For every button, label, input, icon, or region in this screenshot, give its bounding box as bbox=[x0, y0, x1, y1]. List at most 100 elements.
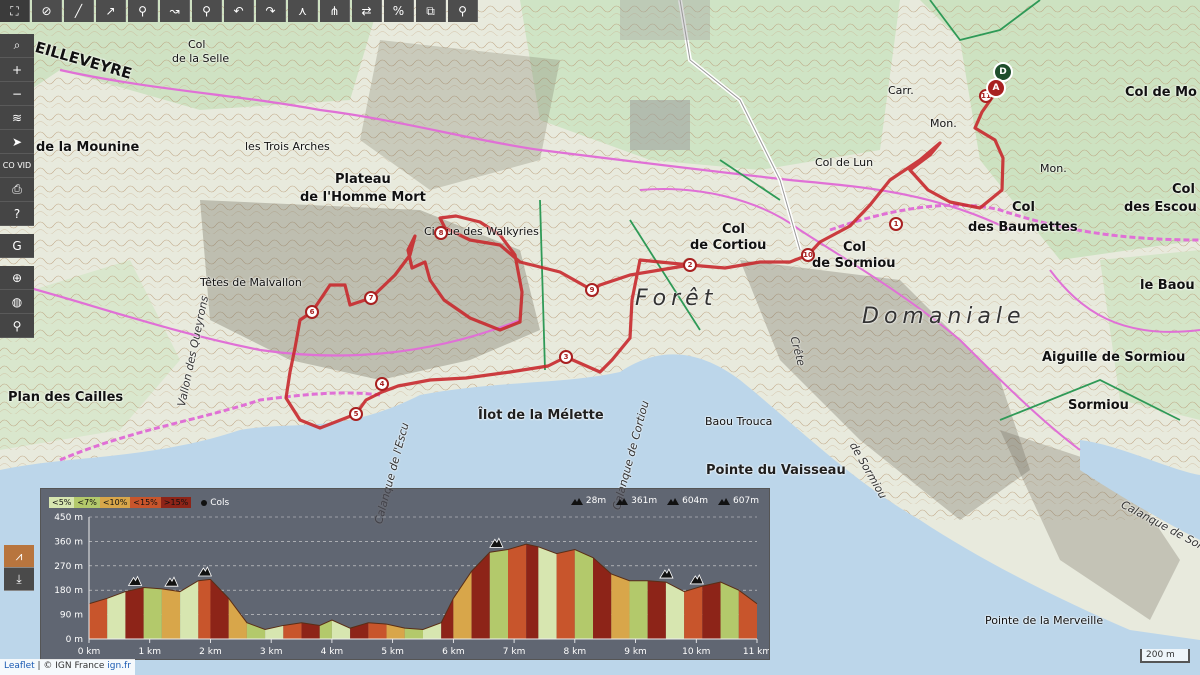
print-icon[interactable]: ⎙ bbox=[0, 178, 34, 202]
search-icon[interactable]: ⌕ bbox=[0, 34, 34, 58]
x-tick-label: 10 km bbox=[682, 647, 710, 657]
map-label: Aiguille de Sormiou bbox=[1042, 350, 1186, 365]
map-label: Carr. bbox=[888, 84, 914, 97]
col-marker-icon[interactable] bbox=[164, 576, 179, 587]
elevation-segment bbox=[556, 549, 575, 639]
elevation-chart[interactable]: 0 m 90 m 180 m 270 m 360 m 450 m 0 km 1 km 2 km 3… bbox=[41, 489, 769, 659]
ign-link[interactable]: ign.fr bbox=[107, 661, 131, 671]
draw-route-icon[interactable]: ↗ bbox=[96, 0, 126, 22]
map-label: de la Selle bbox=[172, 52, 230, 65]
y-tick-label: 0 m bbox=[66, 635, 83, 645]
elevation-profile-panel: <5% <7% <10% <15% >15% Cols 28m 361m 604m 607m 0… bbox=[40, 488, 770, 660]
elevation-segment bbox=[453, 571, 472, 639]
hiker-icon[interactable]: ⚲ bbox=[0, 314, 34, 338]
x-tick-label: 8 km bbox=[564, 647, 587, 657]
map-label: des Escou bbox=[1124, 200, 1197, 215]
leaflet-link[interactable]: Leaflet bbox=[4, 661, 35, 671]
map-label: Mon. bbox=[930, 117, 957, 130]
x-tick-label: 5 km bbox=[381, 647, 404, 657]
globe-icon[interactable]: ◍ bbox=[0, 290, 34, 314]
help-icon[interactable]: ? bbox=[0, 202, 34, 226]
map-label: Col de Mo bbox=[1125, 85, 1197, 100]
elevation-segment bbox=[331, 620, 351, 639]
route-waypoint-marker[interactable]: 9 bbox=[585, 283, 599, 297]
elevation-segment bbox=[89, 598, 108, 639]
x-tick-label: 2 km bbox=[199, 647, 222, 657]
redo-icon[interactable]: ↷ bbox=[256, 0, 286, 22]
google-icon[interactable]: G bbox=[0, 234, 34, 258]
draw-line-icon[interactable]: ╱ bbox=[64, 0, 94, 22]
reverse-icon[interactable]: ⇄ bbox=[352, 0, 382, 22]
map-label: Forêt bbox=[635, 286, 718, 311]
map-label: Baou Trouca bbox=[705, 415, 773, 428]
route-waypoint-marker[interactable]: 1 bbox=[889, 217, 903, 231]
crosshair-icon[interactable]: ⊕ bbox=[0, 266, 34, 290]
map-label: les Trois Arches bbox=[245, 140, 330, 153]
elevation-segment bbox=[538, 546, 557, 639]
x-tick-label: 0 km bbox=[78, 647, 101, 657]
route-waypoint-marker[interactable]: 2 bbox=[683, 258, 697, 272]
map-label: Pointe de la Merveille bbox=[985, 614, 1104, 627]
route-waypoint-marker[interactable]: 6 bbox=[305, 305, 319, 319]
map-label: de l'Homme Mort bbox=[300, 190, 426, 205]
elevation-segment bbox=[629, 580, 648, 639]
elevation-segment bbox=[720, 582, 739, 639]
elevation-profile-icon[interactable]: ⩘ bbox=[4, 545, 34, 568]
col-marker-icon[interactable] bbox=[659, 568, 674, 579]
route-waypoint-marker[interactable]: 10 bbox=[801, 248, 815, 262]
col-marker-icon[interactable] bbox=[489, 537, 504, 548]
x-tick-label: 11 km bbox=[743, 647, 769, 657]
zoom-in-icon[interactable]: + bbox=[0, 58, 34, 82]
split-icon[interactable]: ⋔ bbox=[320, 0, 350, 22]
map-label: Pointe du Vaisseau bbox=[706, 463, 846, 478]
elevation-segment bbox=[593, 557, 612, 639]
y-tick-label: 180 m bbox=[54, 586, 83, 596]
map-label: Col bbox=[1172, 182, 1195, 197]
route-waypoint-marker[interactable]: 3 bbox=[559, 350, 573, 364]
fullscreen-icon[interactable]: ⛶ bbox=[0, 0, 30, 22]
y-tick-label: 450 m bbox=[54, 513, 83, 523]
elevation-segment bbox=[125, 587, 144, 639]
elevation-segment bbox=[107, 591, 126, 639]
zoom-out-icon[interactable]: − bbox=[0, 82, 34, 106]
export-icon[interactable]: ⧉ bbox=[416, 0, 446, 22]
y-tick-label: 270 m bbox=[54, 562, 83, 572]
x-tick-label: 9 km bbox=[624, 647, 647, 657]
col-marker-icon[interactable] bbox=[127, 575, 143, 586]
map-label: Col de Lun bbox=[815, 156, 874, 169]
route-waypoint-marker[interactable]: 8 bbox=[434, 226, 448, 240]
join-icon[interactable]: ⋏ bbox=[288, 0, 318, 22]
route-waypoint-marker[interactable]: 5 bbox=[349, 407, 363, 421]
map-label: Têtes de Malvallon bbox=[200, 276, 302, 289]
hide-icon[interactable]: ⊘ bbox=[32, 0, 62, 22]
marker-icon[interactable]: ⚲ bbox=[448, 0, 478, 22]
undo-icon[interactable]: ↶ bbox=[224, 0, 254, 22]
layers-icon[interactable]: ≋ bbox=[0, 106, 34, 130]
map-label: Domaniale bbox=[862, 304, 1026, 329]
route-waypoint-marker[interactable]: 7 bbox=[364, 291, 378, 305]
route-waypoint-marker[interactable]: 4 bbox=[375, 377, 389, 391]
map-label: Sormiou bbox=[1068, 398, 1129, 413]
building-block bbox=[630, 100, 690, 150]
top-toolbar: ⛶ ⊘ ╱ ↗ ⚲ ↝ ⚲ ↶ ↷ ⋏ ⋔ ⇄% ⧉ ⚲ bbox=[0, 0, 478, 22]
bike-icon[interactable]: ⚲ bbox=[192, 0, 222, 22]
coordinates-icon[interactable]: CO VID bbox=[0, 154, 34, 178]
download-icon[interactable]: ⤓ bbox=[4, 568, 34, 591]
elevation-segment bbox=[702, 582, 721, 639]
percent-icon[interactable]: % bbox=[384, 0, 414, 22]
map-label: des Baumettes bbox=[968, 220, 1078, 235]
building-block bbox=[620, 0, 710, 40]
elevation-segment bbox=[368, 622, 387, 639]
col-marker-icon[interactable] bbox=[197, 566, 212, 577]
route-auto-icon[interactable]: ↝ bbox=[160, 0, 190, 22]
elevation-segment bbox=[684, 586, 703, 639]
hiking-icon[interactable]: ⚲ bbox=[128, 0, 158, 22]
locate-icon[interactable]: ➤ bbox=[0, 130, 34, 154]
map-label: Mon. bbox=[1040, 162, 1067, 175]
map-label: de Cortiou bbox=[690, 238, 767, 253]
y-tick-label: 90 m bbox=[60, 611, 83, 621]
col-marker-icon[interactable] bbox=[689, 574, 704, 585]
end-pin[interactable]: A bbox=[986, 78, 1006, 98]
map-label: Col bbox=[188, 38, 206, 51]
map-label: Îlot de la Mélette bbox=[478, 408, 604, 423]
